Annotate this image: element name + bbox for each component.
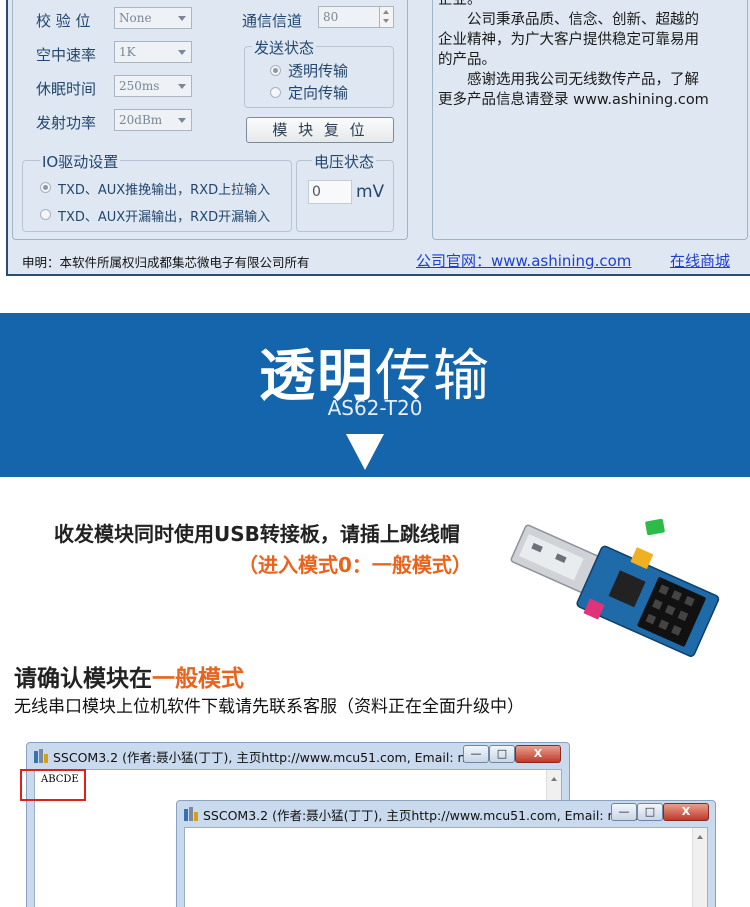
voltage-unit: mV [356, 182, 385, 202]
channel-spinner[interactable]: 80 [318, 6, 394, 28]
window-controls: — □ X [463, 745, 563, 763]
close-button[interactable]: X [515, 745, 561, 763]
air-rate-select[interactable]: 1K [114, 41, 192, 63]
confirm-mode-highlight: 一般模式 [152, 666, 244, 692]
receive-area[interactable] [184, 827, 708, 907]
window-controls: — □ X [611, 803, 711, 821]
window-title: SSCOM3.2 (作者:聂小猛(丁丁), 主页http://www.mcu51… [53, 750, 489, 765]
copyright-statement: 申明：本软件所属权归成都集芯微电子有限公司所有 [22, 255, 310, 270]
sscom-app-icon [34, 749, 48, 763]
minimize-button[interactable]: — [463, 745, 489, 763]
close-icon: X [533, 747, 543, 760]
instruction-line-1: 收发模块同时使用USB转接板，请插上跳线帽 [54, 522, 460, 546]
maximize-button[interactable]: □ [489, 745, 515, 763]
section-banner: 透明传输 AS62-T20 [0, 313, 750, 477]
close-button[interactable]: X [663, 803, 709, 821]
close-icon: X [681, 805, 691, 818]
minimize-button[interactable]: — [611, 803, 637, 821]
vertical-scrollbar[interactable] [692, 828, 707, 907]
arrow-down-icon [346, 434, 384, 470]
sleep-time-select[interactable]: 250ms [114, 75, 192, 97]
chevron-down-icon [178, 16, 186, 21]
send-state-title: 发送状态 [252, 37, 317, 58]
highlight-box [20, 769, 86, 801]
minimize-icon: — [470, 747, 482, 760]
scroll-up-icon [697, 835, 703, 839]
config-panel: 校 验 位 空中速率 休眠时间 发射功率 None 1K 250ms 20dBm… [0, 0, 750, 278]
channel-value: 80 [323, 10, 339, 24]
voltage-value-field: 0 [308, 180, 352, 204]
info-line-4: 感谢选用我公司无线数传产品，了解 [438, 72, 699, 88]
sscom-app-icon [184, 807, 198, 821]
radio-directed-label: 定向传输 [288, 84, 349, 102]
confirm-mode-heading: 请确认模块在一般模式 [14, 659, 244, 693]
sleep-time-value: 250ms [119, 79, 160, 93]
window-title: SSCOM3.2 (作者:聂小猛(丁丁), 主页http://www.mcu51… [203, 808, 639, 823]
info-line-2: 企业精神，为广大客户提供稳定可靠易用 [438, 32, 699, 48]
company-website-link[interactable]: 公司官网：www.ashining.com [416, 250, 631, 271]
instruction-line-2: （进入模式0：一般模式） [238, 553, 472, 577]
radio-push-pull-label: TXD、AUX推挽输出，RXD上拉输入 [58, 183, 271, 198]
radio-open-drain-label: TXD、AUX开漏输出，RXD开漏输入 [58, 210, 271, 225]
banner-model: AS62-T20 [327, 396, 423, 420]
tx-power-select[interactable]: 20dBm [114, 109, 192, 131]
air-rate-label: 空中速率 [36, 46, 97, 64]
radio-directed[interactable] [270, 87, 281, 98]
spin-up-icon [383, 10, 389, 14]
radio-open-drain[interactable] [40, 209, 51, 220]
sscom-window-2: SSCOM3.2 (作者:聂小猛(丁丁), 主页http://www.mcu51… [176, 800, 716, 907]
tx-power-value: 20dBm [119, 113, 163, 127]
maximize-icon: □ [644, 805, 656, 818]
chevron-down-icon [178, 118, 186, 123]
radio-transparent-label: 透明传输 [288, 62, 349, 80]
spinner-buttons[interactable] [379, 7, 393, 27]
tx-power-label: 发射功率 [36, 114, 97, 132]
maximize-icon: □ [496, 747, 508, 760]
minimize-icon: — [618, 805, 630, 818]
info-line-3: 的产品。 [438, 52, 496, 68]
scroll-up-icon [551, 777, 557, 781]
radio-push-pull[interactable] [40, 182, 51, 193]
maximize-button[interactable]: □ [637, 803, 663, 821]
channel-label: 通信信道 [242, 12, 303, 30]
online-store-link[interactable]: 在线商城 [670, 250, 730, 271]
sleep-time-label: 休眠时间 [36, 80, 97, 98]
title-bar[interactable]: SSCOM3.2 (作者:聂小猛(丁丁), 主页http://www.mcu51… [27, 743, 569, 769]
module-reset-button[interactable]: 模 块 复 位 [246, 117, 394, 143]
radio-transparent[interactable] [270, 65, 281, 76]
info-line-1: 公司秉承品质、信念、创新、超越的 [438, 12, 699, 28]
spin-down-icon [383, 19, 389, 23]
parity-select[interactable]: None [114, 7, 192, 29]
voltage-title: 电压状态 [312, 151, 377, 172]
parity-value: None [119, 11, 152, 25]
chevron-down-icon [178, 50, 186, 55]
title-bar[interactable]: SSCOM3.2 (作者:聂小猛(丁丁), 主页http://www.mcu51… [177, 801, 715, 827]
confirm-prefix: 请确认模块在 [14, 666, 152, 692]
page: 校 验 位 空中速率 休眠时间 发射功率 None 1K 250ms 20dBm… [0, 0, 750, 907]
chevron-down-icon [178, 84, 186, 89]
info-line-0: 企业。 [438, 0, 482, 8]
info-line-5: 更多产品信息请登录 www.ashining.com [438, 92, 709, 108]
usb-adapter-image [510, 518, 720, 657]
download-note: 无线串口模块上位机软件下载请先联系客服（资料正在全面升级中） [14, 697, 524, 717]
air-rate-value: 1K [119, 45, 136, 59]
io-drive-title: IO驱动设置 [40, 151, 121, 172]
parity-label: 校 验 位 [36, 12, 91, 30]
